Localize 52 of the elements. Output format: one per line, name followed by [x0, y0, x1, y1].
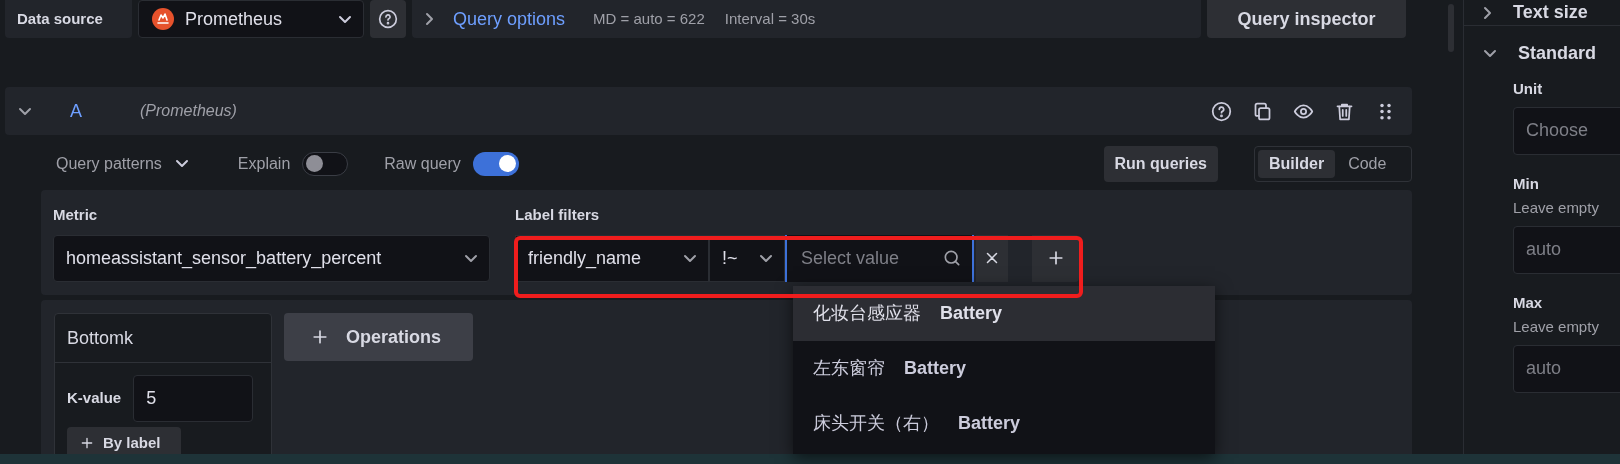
interval-text: Interval = 30s [724, 8, 816, 29]
field-label: Unit [1513, 79, 1544, 99]
query-patterns-dropdown[interactable]: Query patterns [56, 151, 188, 176]
metric-label: Metric [53, 205, 99, 225]
add-operation-button[interactable]: Operations [284, 313, 473, 361]
value-search-field[interactable]: Select value [785, 234, 974, 282]
k-value-field[interactable]: 5 [133, 375, 254, 422]
query-inspector-button[interactable]: Query inspector [1207, 0, 1406, 38]
chevron-down-icon [175, 160, 188, 167]
mode-tab[interactable]: Builder [1258, 149, 1336, 178]
help-button[interactable] [370, 0, 406, 38]
field-label: Max [1513, 292, 1544, 313]
add-filter-button[interactable] [1032, 234, 1079, 282]
datasource-select[interactable]: Prometheus [138, 0, 364, 38]
section-header[interactable]: Standard [1464, 30, 1620, 76]
plus-icon [79, 435, 95, 451]
label-select[interactable]: friendly_name [515, 234, 709, 282]
label-filters-label: Label filters [515, 205, 601, 225]
field-description: Leave empty [1513, 198, 1600, 218]
field-description: Leave empty [1513, 317, 1600, 337]
metric-select[interactable]: homeassistant_sensor_battery_percent [53, 234, 490, 282]
remove-filter-button[interactable] [976, 234, 1008, 282]
field-label: Min [1513, 173, 1540, 194]
option-input-field[interactable]: Choose [1513, 106, 1620, 155]
toggle-switch[interactable] [472, 151, 519, 176]
dropdown-option[interactable]: 左东窗帘 Battery [793, 341, 1215, 396]
parameter-label: K-value [67, 388, 122, 409]
toggle-switch[interactable] [302, 151, 349, 176]
max-data-points-text: MD = auto = 622 [593, 8, 705, 29]
mode-tab[interactable]: Code [1337, 149, 1398, 178]
query-datasource-text: (Prometheus) [140, 101, 237, 121]
chevron-down-icon [684, 254, 696, 262]
option-input-field[interactable]: auto [1513, 225, 1620, 274]
chevron-down-icon [760, 254, 772, 262]
dropdown-option[interactable]: 化妆台感应器 Battery [793, 286, 1215, 341]
copy-icon[interactable] [1252, 100, 1273, 122]
option-input-field[interactable]: auto [1513, 344, 1620, 393]
dropdown-option[interactable]: 床头开关（右） Battery [793, 396, 1215, 451]
help-icon [378, 9, 398, 29]
toggle-label: Raw query [384, 153, 461, 174]
chevron-down-icon [465, 254, 477, 262]
operation-title: Bottomk [67, 326, 134, 350]
operator-select[interactable]: !~ [709, 234, 785, 282]
section-header[interactable]: Text size [1464, 0, 1620, 26]
add-by-label-button[interactable]: By label [67, 427, 181, 454]
query-ref-id: A [70, 99, 82, 123]
data-source-label: Data source [5, 0, 132, 38]
help-icon[interactable] [1211, 100, 1232, 122]
run-queries-button[interactable]: Run queries [1103, 145, 1218, 182]
query-options-bar[interactable]: Query options MD = auto = 622 Interval = 30s [412, 0, 1201, 38]
chevron-down-icon [339, 15, 351, 23]
toggle-label: Explain [237, 153, 291, 174]
